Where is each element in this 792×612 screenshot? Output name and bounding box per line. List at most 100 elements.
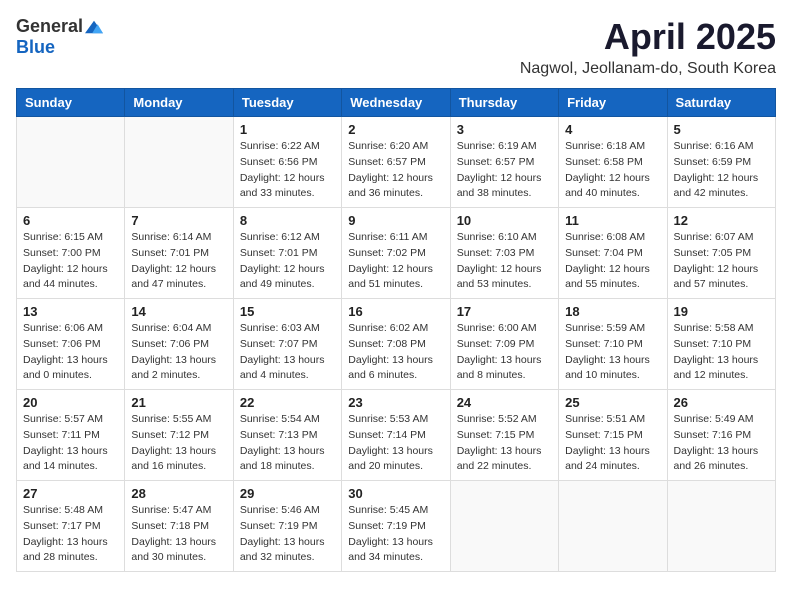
calendar-cell: 25Sunrise: 5:51 AM Sunset: 7:15 PM Dayli… <box>559 390 667 481</box>
day-number: 21 <box>131 395 226 410</box>
day-info: Sunrise: 6:00 AM Sunset: 7:09 PM Dayligh… <box>457 321 552 384</box>
day-number: 24 <box>457 395 552 410</box>
calendar-cell <box>17 117 125 208</box>
calendar-cell <box>125 117 233 208</box>
calendar-cell: 5 Sunrise: 6:16 AM Sunset: 6:59 PM Daylig… <box>667 117 775 208</box>
location: Nagwol, Jeollanam-do, South Korea <box>520 60 776 78</box>
calendar-cell: 12Sunrise: 6:07 AM Sunset: 7:05 PM Dayli… <box>667 208 775 299</box>
day-info: Sunrise: 6:07 AM Sunset: 7:05 PM Dayligh… <box>674 230 769 293</box>
day-number: 5 <box>674 122 769 137</box>
calendar-cell: 24Sunrise: 5:52 AM Sunset: 7:15 PM Dayli… <box>450 390 558 481</box>
day-info: Sunrise: 6:22 AM Sunset: 6:56 PM Dayligh… <box>240 139 335 202</box>
day-info: Sunrise: 5:58 AM Sunset: 7:10 PM Dayligh… <box>674 321 769 384</box>
day-number: 18 <box>565 304 660 319</box>
day-number: 25 <box>565 395 660 410</box>
calendar-cell: 17 Sunrise: 6:00 AM Sunset: 7:09 PM Dayli… <box>450 299 558 390</box>
day-info: Sunrise: 6:12 AM Sunset: 7:01 PM Dayligh… <box>240 230 335 293</box>
week-row-1: 1 Sunrise: 6:22 AM Sunset: 6:56 PM Daylig… <box>17 117 776 208</box>
month-title: April 2025 <box>520 16 776 58</box>
day-info: Sunrise: 6:11 AM Sunset: 7:02 PM Dayligh… <box>348 230 443 293</box>
calendar-cell <box>667 481 775 572</box>
week-row-5: 27 Sunrise: 5:48 AM Sunset: 7:17 PM Dayli… <box>17 481 776 572</box>
day-info: Sunrise: 6:04 AM Sunset: 7:06 PM Dayligh… <box>131 321 226 384</box>
day-info: Sunrise: 5:49 AM Sunset: 7:16 PM Dayligh… <box>674 412 769 475</box>
calendar-cell <box>559 481 667 572</box>
page-header: General Blue April 2025 Nagwol, Jeollana… <box>16 16 776 78</box>
day-info: Sunrise: 6:19 AM Sunset: 6:57 PM Dayligh… <box>457 139 552 202</box>
day-header-thursday: Thursday <box>450 89 558 117</box>
calendar-cell: 23 Sunrise: 5:53 AM Sunset: 7:14 PM Dayli… <box>342 390 450 481</box>
calendar-cell: 18 Sunrise: 5:59 AM Sunset: 7:10 PM Dayli… <box>559 299 667 390</box>
day-number: 7 <box>131 213 226 228</box>
day-number: 10 <box>457 213 552 228</box>
day-header-tuesday: Tuesday <box>233 89 341 117</box>
logo-blue-text: Blue <box>16 37 55 58</box>
day-header-monday: Monday <box>125 89 233 117</box>
logo-general-text: General <box>16 16 83 37</box>
day-info: Sunrise: 6:15 AM Sunset: 7:00 PM Dayligh… <box>23 230 118 293</box>
day-number: 19 <box>674 304 769 319</box>
day-header-friday: Friday <box>559 89 667 117</box>
calendar-cell: 13 Sunrise: 6:06 AM Sunset: 7:06 PM Dayli… <box>17 299 125 390</box>
week-row-3: 13 Sunrise: 6:06 AM Sunset: 7:06 PM Dayli… <box>17 299 776 390</box>
calendar-cell: 1 Sunrise: 6:22 AM Sunset: 6:56 PM Daylig… <box>233 117 341 208</box>
day-info: Sunrise: 6:03 AM Sunset: 7:07 PM Dayligh… <box>240 321 335 384</box>
day-info: Sunrise: 5:55 AM Sunset: 7:12 PM Dayligh… <box>131 412 226 475</box>
day-info: Sunrise: 6:06 AM Sunset: 7:06 PM Dayligh… <box>23 321 118 384</box>
calendar-cell: 2Sunrise: 6:20 AM Sunset: 6:57 PM Daylig… <box>342 117 450 208</box>
day-info: Sunrise: 5:45 AM Sunset: 7:19 PM Dayligh… <box>348 503 443 566</box>
calendar-cell: 8Sunrise: 6:12 AM Sunset: 7:01 PM Daylig… <box>233 208 341 299</box>
day-number: 11 <box>565 213 660 228</box>
calendar-cell: 14 Sunrise: 6:04 AM Sunset: 7:06 PM Dayli… <box>125 299 233 390</box>
calendar-cell: 15 Sunrise: 6:03 AM Sunset: 7:07 PM Dayli… <box>233 299 341 390</box>
day-info: Sunrise: 5:53 AM Sunset: 7:14 PM Dayligh… <box>348 412 443 475</box>
day-number: 29 <box>240 486 335 501</box>
day-number: 15 <box>240 304 335 319</box>
calendar-cell: 29 Sunrise: 5:46 AM Sunset: 7:19 PM Dayli… <box>233 481 341 572</box>
calendar-cell: 16 Sunrise: 6:02 AM Sunset: 7:08 PM Dayli… <box>342 299 450 390</box>
day-info: Sunrise: 6:18 AM Sunset: 6:58 PM Dayligh… <box>565 139 660 202</box>
logo: General Blue <box>16 16 103 58</box>
calendar-cell: 26 Sunrise: 5:49 AM Sunset: 7:16 PM Dayli… <box>667 390 775 481</box>
day-info: Sunrise: 5:59 AM Sunset: 7:10 PM Dayligh… <box>565 321 660 384</box>
day-number: 26 <box>674 395 769 410</box>
day-number: 28 <box>131 486 226 501</box>
title-section: April 2025 Nagwol, Jeollanam-do, South K… <box>520 16 776 78</box>
day-info: Sunrise: 6:16 AM Sunset: 6:59 PM Dayligh… <box>674 139 769 202</box>
day-number: 16 <box>348 304 443 319</box>
day-number: 14 <box>131 304 226 319</box>
calendar-cell: 28Sunrise: 5:47 AM Sunset: 7:18 PM Dayli… <box>125 481 233 572</box>
calendar-header-row: SundayMondayTuesdayWednesdayThursdayFrid… <box>17 89 776 117</box>
day-info: Sunrise: 5:54 AM Sunset: 7:13 PM Dayligh… <box>240 412 335 475</box>
day-number: 17 <box>457 304 552 319</box>
day-header-saturday: Saturday <box>667 89 775 117</box>
day-number: 30 <box>348 486 443 501</box>
calendar-cell: 21 Sunrise: 5:55 AM Sunset: 7:12 PM Dayli… <box>125 390 233 481</box>
calendar-cell: 11 Sunrise: 6:08 AM Sunset: 7:04 PM Dayli… <box>559 208 667 299</box>
day-info: Sunrise: 5:46 AM Sunset: 7:19 PM Dayligh… <box>240 503 335 566</box>
day-number: 1 <box>240 122 335 137</box>
calendar-cell: 22Sunrise: 5:54 AM Sunset: 7:13 PM Dayli… <box>233 390 341 481</box>
day-number: 9 <box>348 213 443 228</box>
calendar-table: SundayMondayTuesdayWednesdayThursdayFrid… <box>16 88 776 572</box>
day-number: 13 <box>23 304 118 319</box>
day-header-sunday: Sunday <box>17 89 125 117</box>
week-row-4: 20Sunrise: 5:57 AM Sunset: 7:11 PM Dayli… <box>17 390 776 481</box>
day-header-wednesday: Wednesday <box>342 89 450 117</box>
calendar-cell: 20Sunrise: 5:57 AM Sunset: 7:11 PM Dayli… <box>17 390 125 481</box>
day-info: Sunrise: 5:48 AM Sunset: 7:17 PM Dayligh… <box>23 503 118 566</box>
calendar-cell: 19 Sunrise: 5:58 AM Sunset: 7:10 PM Dayli… <box>667 299 775 390</box>
logo-icon <box>85 20 103 34</box>
day-number: 27 <box>23 486 118 501</box>
calendar-cell: 27 Sunrise: 5:48 AM Sunset: 7:17 PM Dayli… <box>17 481 125 572</box>
calendar-cell: 30 Sunrise: 5:45 AM Sunset: 7:19 PM Dayli… <box>342 481 450 572</box>
day-number: 23 <box>348 395 443 410</box>
calendar-cell <box>450 481 558 572</box>
calendar-cell: 3Sunrise: 6:19 AM Sunset: 6:57 PM Daylig… <box>450 117 558 208</box>
day-number: 4 <box>565 122 660 137</box>
day-info: Sunrise: 6:02 AM Sunset: 7:08 PM Dayligh… <box>348 321 443 384</box>
day-info: Sunrise: 5:57 AM Sunset: 7:11 PM Dayligh… <box>23 412 118 475</box>
day-info: Sunrise: 6:08 AM Sunset: 7:04 PM Dayligh… <box>565 230 660 293</box>
calendar-cell: 4 Sunrise: 6:18 AM Sunset: 6:58 PM Daylig… <box>559 117 667 208</box>
day-info: Sunrise: 6:10 AM Sunset: 7:03 PM Dayligh… <box>457 230 552 293</box>
